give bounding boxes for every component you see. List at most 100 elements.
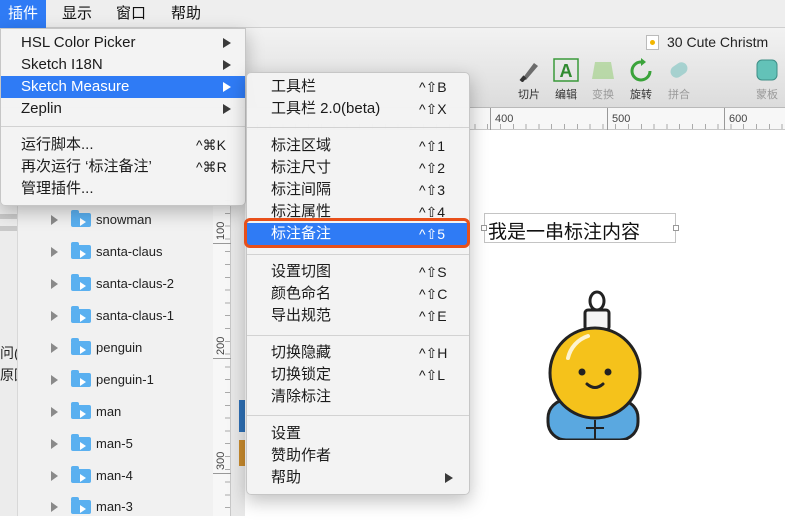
submenu-arrow-icon — [223, 104, 231, 114]
menu-item-label: 管理插件... — [21, 180, 94, 197]
tool-slice[interactable]: 切片 — [510, 58, 548, 102]
annotation-text-box[interactable]: 我是一串标注内容 — [484, 213, 676, 243]
sketch-measure-submenu: 工具栏 ^⇧B 工具栏 2.0(beta) ^⇧X 标注区域 ^⇧1 标注尺寸 ^⇧2 … — [246, 72, 470, 495]
submenu-arrow-icon — [223, 60, 231, 70]
layer-item[interactable]: penguin — [18, 333, 213, 365]
folder-icon — [71, 434, 91, 451]
menu-item-hsl-color-picker[interactable]: HSL Color Picker — [1, 32, 245, 54]
ornament-illustration[interactable] — [540, 288, 650, 440]
menubar-view[interactable]: 显示 — [54, 0, 100, 28]
menu-shortcut: ^⇧2 — [419, 160, 446, 176]
layer-item[interactable]: man — [18, 397, 213, 429]
submenu-arrow-icon — [445, 473, 453, 483]
menu-item-label: Sketch I18N — [21, 56, 103, 73]
resize-handle[interactable] — [481, 225, 487, 231]
layer-item[interactable]: man-5 — [18, 429, 213, 461]
document-title: 30 Cute Christm — [667, 34, 769, 50]
ruler-tick-label: 400 — [495, 113, 514, 125]
menu-item-help[interactable]: 帮助 — [247, 467, 469, 489]
submenu-arrow-icon — [223, 38, 231, 48]
page-thumbnail — [0, 226, 17, 231]
menu-item-manage-plugins[interactable]: 管理插件... — [1, 178, 245, 200]
disclosure-triangle-icon[interactable] — [51, 311, 58, 321]
menu-shortcut: ^⇧3 — [419, 182, 446, 198]
folder-icon — [71, 466, 91, 483]
layer-item[interactable]: santa-claus-2 — [18, 269, 213, 301]
tool-rotate[interactable]: 旋转 — [622, 58, 660, 102]
layer-item[interactable]: penguin-1 — [18, 365, 213, 397]
menu-separator — [247, 415, 469, 416]
layer-name: penguin — [96, 340, 143, 355]
menubar-help[interactable]: 帮助 — [163, 0, 209, 28]
disclosure-triangle-icon[interactable] — [51, 407, 58, 417]
disclosure-triangle-icon[interactable] — [51, 247, 58, 257]
transform-icon — [590, 58, 616, 82]
disclosure-triangle-icon[interactable] — [51, 343, 58, 353]
layer-item[interactable]: santa-claus-1 — [18, 301, 213, 333]
ruler-tick-label: 200 — [215, 336, 227, 355]
menu-item-sponsor[interactable]: 赞助作者 — [247, 445, 469, 467]
menu-separator — [247, 335, 469, 336]
menu-shortcut: ^⇧S — [419, 264, 447, 280]
menu-item-label: 导出规范 — [271, 307, 332, 324]
ruler-major-tick — [607, 108, 608, 130]
menu-item-zeplin[interactable]: Zeplin — [1, 98, 245, 120]
menubar-window[interactable]: 窗口 — [108, 0, 154, 28]
menu-item-run-script[interactable]: 运行脚本... ^⌘K — [1, 134, 245, 156]
menu-item-clear-marks[interactable]: 清除标注 — [247, 386, 469, 408]
menu-item-mark-overlay[interactable]: 标注区域 ^⇧1 — [247, 135, 469, 157]
layer-item[interactable]: santa-claus — [18, 237, 213, 269]
tool-label: 旋转 — [630, 89, 652, 101]
menu-item-toggle-hidden[interactable]: 切换隐藏 ^⇧H — [247, 342, 469, 364]
svg-text:A: A — [560, 61, 573, 81]
menu-item-mark-size[interactable]: 标注尺寸 ^⇧2 — [247, 157, 469, 179]
folder-icon — [71, 338, 91, 355]
menu-item-label: 颜色命名 — [271, 285, 332, 302]
disclosure-triangle-icon[interactable] — [51, 471, 58, 481]
menu-item-label: 标注间隔 — [271, 181, 332, 198]
disclosure-triangle-icon[interactable] — [51, 215, 58, 225]
folder-icon — [71, 402, 91, 419]
menu-item-sketch-measure[interactable]: Sketch Measure — [1, 76, 245, 98]
menu-item-sketch-i18n[interactable]: Sketch I18N — [1, 54, 245, 76]
plugins-menu: HSL Color Picker Sketch I18N Sketch Meas… — [0, 28, 246, 206]
menu-item-toolbar-2-beta[interactable]: 工具栏 2.0(beta) ^⇧X — [247, 98, 469, 120]
layer-item[interactable]: man-3 — [18, 492, 213, 524]
disclosure-triangle-icon[interactable] — [51, 279, 58, 289]
layer-item[interactable]: snowman — [18, 205, 213, 237]
folder-icon — [71, 242, 91, 259]
layer-name: man — [96, 404, 122, 419]
ruler-tick-label: 600 — [729, 113, 748, 125]
tool-edit[interactable]: A 编辑 — [547, 58, 585, 102]
disclosure-triangle-icon[interactable] — [51, 502, 58, 512]
folder-icon — [71, 306, 91, 323]
menu-item-set-slice[interactable]: 设置切图 ^⇧S — [247, 261, 469, 283]
ruler-major-tick — [213, 243, 231, 244]
tool-transform[interactable]: 变换 — [584, 58, 622, 102]
menu-item-run-again[interactable]: 再次运行 ‘标注备注’ ^⌘R — [1, 156, 245, 178]
menu-item-export-spec[interactable]: 导出规范 ^⇧E — [247, 305, 469, 327]
menu-item-toolbar[interactable]: 工具栏 ^⇧B — [247, 76, 469, 98]
tool-flatten[interactable]: 拼合 — [660, 58, 698, 102]
menu-item-label: Sketch Measure — [21, 78, 130, 95]
menubar: 插件 显示 窗口 帮助 — [0, 0, 785, 28]
tool-label: 切片 — [518, 89, 540, 101]
mask-icon — [754, 58, 780, 82]
document-icon — [646, 35, 659, 50]
layer-name: santa-claus-1 — [96, 308, 175, 323]
tool-mask[interactable]: 蒙板 — [748, 58, 785, 102]
folder-icon — [71, 210, 91, 227]
layer-item[interactable]: man-4 — [18, 461, 213, 493]
menu-item-label: 标注区域 — [271, 137, 332, 154]
menubar-plugins[interactable]: 插件 — [0, 0, 47, 28]
menu-item-toggle-locked[interactable]: 切换锁定 ^⇧L — [247, 364, 469, 386]
menu-item-settings[interactable]: 设置 — [247, 423, 469, 445]
menu-item-label: 标注尺寸 — [271, 159, 332, 176]
submenu-arrow-icon — [223, 82, 231, 92]
disclosure-triangle-icon[interactable] — [51, 439, 58, 449]
menu-item-color-names[interactable]: 颜色命名 ^⇧C — [247, 283, 469, 305]
menu-item-mark-spacing[interactable]: 标注间隔 ^⇧3 — [247, 179, 469, 201]
disclosure-triangle-icon[interactable] — [51, 375, 58, 385]
resize-handle[interactable] — [673, 225, 679, 231]
ruler-tick-label: 100 — [215, 221, 227, 240]
